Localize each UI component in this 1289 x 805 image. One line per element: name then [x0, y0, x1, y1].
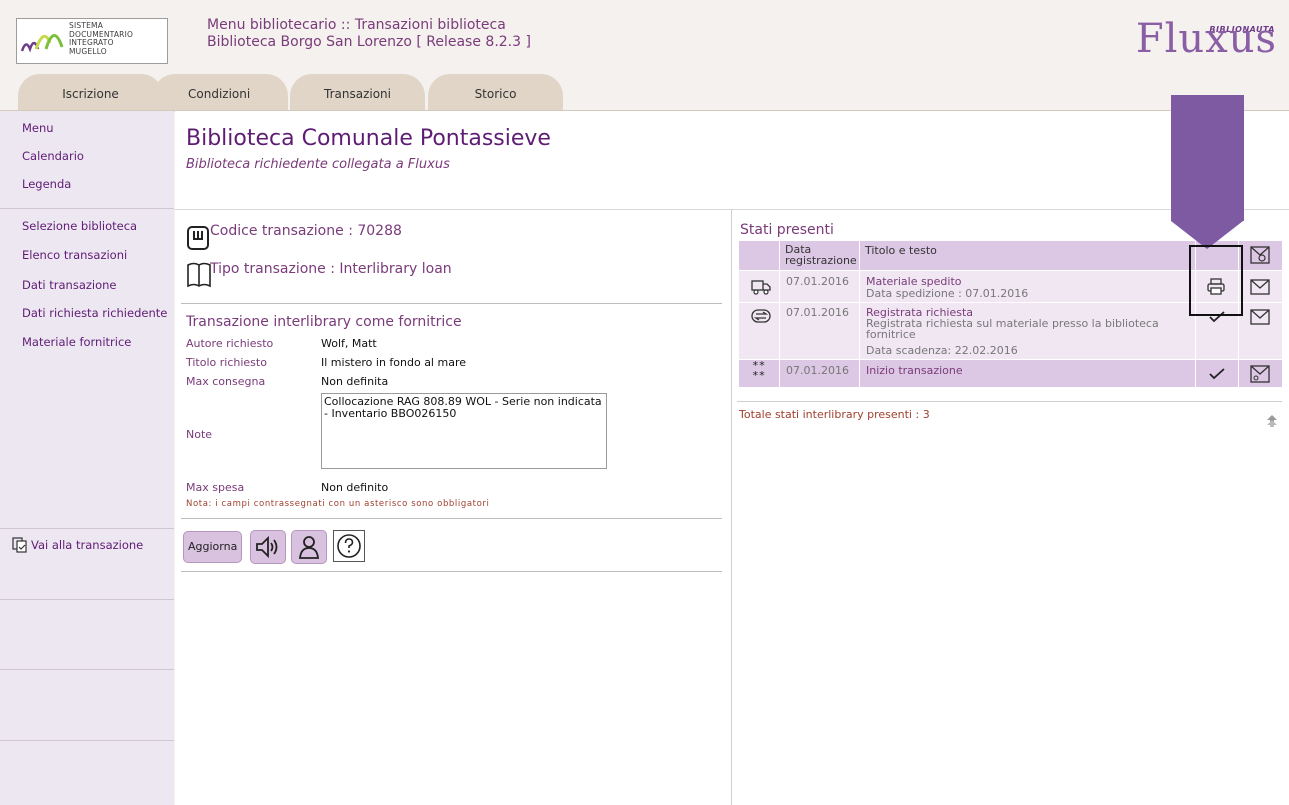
logo-line: Mugello [69, 46, 107, 56]
goto-transaction-link[interactable]: Vai alla transazione [12, 537, 143, 553]
column-header-date: Data registrazione [785, 243, 857, 267]
update-button[interactable]: Aggiorna [183, 531, 243, 563]
row-text: Data scadenza: 22.02.2016 [866, 344, 1018, 357]
column-separator [1195, 360, 1196, 387]
logo-mark-icon [20, 34, 64, 53]
states-total: Totale stati interlibrary presenti : 3 [739, 408, 930, 421]
row-date: 07.01.2016 [786, 275, 849, 288]
sidebar-divider [0, 528, 174, 529]
required-note: Nota: i campi contrassegnati con un aste… [186, 499, 490, 509]
tab-label: Transazioni [324, 87, 391, 101]
mail-search-icon[interactable] [1250, 365, 1270, 383]
mail-icon[interactable] [1250, 279, 1270, 295]
asterisks-icon: ** ** [752, 359, 766, 382]
truck-icon [751, 280, 771, 295]
sidebar-item-menu[interactable]: Menu [22, 121, 54, 135]
column-separator [859, 271, 860, 302]
sidebar-item-dati-richiesta-richiedente[interactable]: Dati richiesta richiedente [22, 306, 167, 320]
sidebar-item-elenco-transazioni[interactable]: Elenco transazioni [22, 248, 127, 262]
column-separator [779, 271, 780, 302]
sidebar-item-legenda[interactable]: Legenda [22, 177, 71, 191]
user-button[interactable] [291, 530, 327, 564]
tab-label: Condizioni [188, 87, 251, 101]
section-title: Transazione interlibrary come fornitrice [186, 314, 462, 330]
states-title: Stati presenti [740, 222, 834, 238]
help-button[interactable] [333, 530, 365, 562]
field-value-autore: Wolf, Matt [321, 337, 377, 350]
mail-all-icon[interactable] [1250, 246, 1270, 264]
sidebar-item-calendario[interactable]: Calendario [22, 149, 84, 163]
field-label-max-consegna: Max consegna [186, 375, 266, 388]
page-subtitle: Biblioteca richiedente collegata a Fluxu… [186, 157, 450, 172]
column-divider [731, 210, 732, 805]
help-icon [337, 534, 361, 558]
field-label-note: Note [186, 428, 213, 441]
column-separator [779, 360, 780, 387]
field-label-autore: Autore richiesto [186, 337, 274, 350]
field-value-titolo: Il mistero in fondo al mare [321, 356, 466, 369]
tab-storico[interactable]: Storico [428, 74, 563, 112]
tab-label: Iscrizione [62, 87, 119, 101]
tab-iscrizione[interactable]: Iscrizione [18, 74, 163, 112]
transaction-code: Codice transazione : 70288 [210, 223, 402, 239]
goto-transaction-icon [12, 537, 27, 553]
sidebar-item-dati-transazione[interactable]: Dati transazione [22, 278, 117, 292]
sidebar-item-selezione-biblioteca[interactable]: Selezione biblioteca [22, 219, 137, 233]
exchange-icon [751, 309, 771, 323]
mail-icon[interactable] [1250, 309, 1270, 325]
tab-transazioni[interactable]: Transazioni [290, 74, 425, 112]
transaction-type: Tipo transazione : Interlibrary loan [210, 261, 452, 277]
column-header-title: Titolo e testo [865, 244, 937, 257]
header-title: Menu bibliotecario :: Transazioni biblio… [207, 17, 506, 33]
row-text: Data spedizione : 07.01.2016 [866, 287, 1029, 300]
field-value-max-consegna: Non definita [321, 375, 389, 388]
field-label-max-spesa: Max spesa [186, 481, 245, 494]
tab-condizioni[interactable]: Condizioni [153, 74, 288, 112]
book-icon [187, 262, 211, 288]
goto-transaction-label: Vai alla transazione [31, 538, 144, 552]
section-divider [737, 401, 1282, 402]
table-row[interactable]: ** ** 07.01.2016 Inizio transazione [739, 360, 1282, 387]
sidebar-divider [0, 669, 174, 670]
section-divider [175, 209, 1289, 210]
sidebar-divider [0, 599, 174, 600]
row-title[interactable]: Inizio transazione [866, 364, 963, 377]
speaker-icon [256, 535, 278, 559]
sidebar: Menu Calendario Legenda Selezione biblio… [0, 111, 174, 805]
sdim-logo[interactable]: Sistema Documentario Integrato Mugello [16, 18, 168, 64]
section-divider [181, 571, 722, 572]
sidebar-divider [0, 208, 174, 209]
sidebar-item-materiale-fornitrice[interactable]: Materiale fornitrice [22, 335, 131, 349]
annotation-highlight-box [1189, 245, 1243, 316]
logo-text: Sistema Documentario Integrato Mugello [69, 21, 133, 56]
section-divider [181, 518, 722, 519]
column-separator [859, 303, 860, 359]
field-value-max-spesa: Non definito [321, 481, 389, 494]
note-textarea[interactable]: Collocazione RAG 808.89 WOL - Serie non … [321, 393, 607, 469]
header-subtitle: Biblioteca Borgo San Lorenzo [ Release 8… [207, 34, 531, 50]
column-separator [859, 241, 860, 270]
annotation-arrow [1171, 95, 1244, 221]
row-date: 07.01.2016 [786, 306, 849, 319]
sidebar-divider [0, 740, 174, 741]
back-to-top-icon[interactable] [1266, 414, 1278, 428]
row-date: 07.01.2016 [786, 364, 849, 377]
code-icon [187, 226, 209, 250]
user-icon [299, 536, 319, 559]
column-separator [779, 303, 780, 359]
fluxus-brand: Fluxus [1135, 16, 1277, 62]
field-label-titolo: Titolo richiesto [186, 356, 267, 369]
tab-label: Storico [474, 87, 517, 101]
header [0, 0, 1289, 70]
audio-button[interactable] [250, 530, 286, 564]
column-separator [779, 241, 780, 270]
row-text: Registrata richiesta sul materiale press… [866, 317, 1159, 341]
page-title: Biblioteca Comunale Pontassieve [186, 126, 551, 151]
check-icon [1209, 368, 1225, 380]
section-divider [181, 303, 722, 304]
column-separator [1238, 360, 1239, 387]
column-separator [859, 360, 860, 387]
